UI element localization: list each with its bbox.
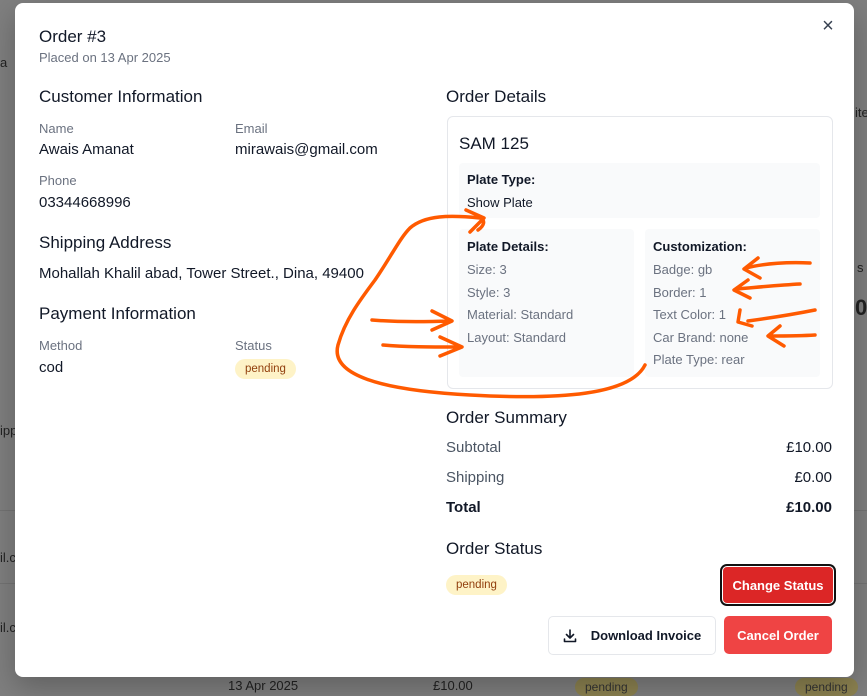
plate-type-value: Show Plate: [467, 195, 533, 210]
customization-item: Text Color: 1: [653, 307, 726, 322]
subtotal-value: £10.00: [786, 439, 832, 456]
customer-heading: Customer Information: [39, 87, 203, 106]
total-row: Total £10.00: [446, 499, 832, 516]
download-icon: [563, 628, 577, 642]
order-item-card: SAM 125 Plate Type: Show Plate Plate Det…: [447, 116, 833, 389]
background-text: il.c: [0, 550, 16, 565]
shipping-address: Mohallah Khalil abad, Tower Street., Din…: [39, 265, 364, 282]
background-text: il.c: [0, 620, 16, 635]
background-badge: pending: [575, 678, 638, 696]
payment-method: cod: [39, 359, 64, 376]
plate-details-label: Plate Details:: [467, 239, 549, 254]
background-text: £10.00: [433, 678, 473, 693]
total-label: Total: [446, 499, 481, 516]
customization-item: Badge: gb: [653, 262, 713, 277]
plate-detail-item: Style: 3: [467, 285, 511, 300]
payment-status-label: Status: [235, 338, 272, 353]
download-invoice-button[interactable]: Download Invoice: [548, 616, 716, 655]
method-label: Method: [39, 338, 83, 353]
plate-detail-item: Size: 3: [467, 262, 507, 277]
name-label: Name: [39, 121, 74, 136]
payment-status-badge: pending: [235, 359, 296, 379]
order-summary-heading: Order Summary: [446, 408, 567, 427]
background-text: ite: [855, 105, 867, 120]
shipping-heading: Shipping Address: [39, 233, 172, 252]
modal-title: Order #3: [39, 27, 107, 46]
total-value: £10.00: [786, 499, 832, 516]
plate-detail-item: Material: Standard: [467, 307, 574, 322]
change-status-button[interactable]: Change Status: [722, 566, 834, 604]
modal-subtitle: Placed on 13 Apr 2025: [39, 50, 171, 65]
payment-heading: Payment Information: [39, 304, 196, 323]
plate-name: SAM 125: [459, 134, 529, 153]
customization-item: Border: 1: [653, 285, 707, 300]
customization-item: Car Brand: none: [653, 330, 749, 345]
plate-detail-item: Layout: Standard: [467, 330, 567, 345]
order-status-badge: pending: [446, 575, 507, 595]
customer-phone: 03344668996: [39, 194, 131, 211]
order-details-heading: Order Details: [446, 87, 547, 106]
customization-box: Customization: Badge: gb Border: 1 Text …: [645, 229, 820, 377]
subtotal-row: Subtotal £10.00: [446, 439, 832, 456]
plate-type-box: Plate Type: Show Plate: [459, 163, 820, 218]
plate-details-box: Plate Details: Size: 3 Style: 3 Material…: [459, 229, 634, 377]
shipping-cost-label: Shipping: [446, 469, 505, 486]
order-modal: × Order #3 Placed on 13 Apr 2025 Custome…: [15, 3, 854, 677]
background-badge: pending: [795, 678, 858, 696]
customer-email: mirawais@gmail.com: [235, 141, 378, 158]
email-label: Email: [235, 121, 268, 136]
download-invoice-label: Download Invoice: [590, 628, 702, 643]
shipping-cost-value: £0.00: [794, 469, 832, 486]
phone-label: Phone: [39, 173, 77, 188]
background-text: s: [857, 260, 864, 275]
subtotal-label: Subtotal: [446, 439, 502, 456]
order-status-heading: Order Status: [446, 539, 543, 558]
background-text: 0: [855, 295, 867, 320]
plate-type-label: Plate Type:: [467, 172, 536, 187]
close-icon[interactable]: ×: [818, 16, 838, 37]
cancel-order-button[interactable]: Cancel Order: [724, 616, 832, 654]
customization-item: Plate Type: rear: [653, 352, 745, 367]
background-text: a: [0, 55, 8, 70]
customization-label: Customization:: [653, 239, 747, 254]
shipping-row: Shipping £0.00: [446, 469, 832, 486]
customer-name: Awais Amanat: [39, 141, 134, 158]
background-text: 13 Apr 2025: [228, 678, 299, 693]
